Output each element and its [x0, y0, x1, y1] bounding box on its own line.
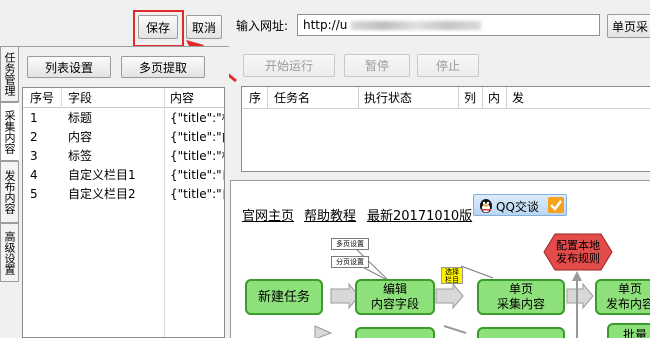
tab-collect-content[interactable]: 采集内容	[0, 102, 19, 161]
url-label: 输入网址:	[236, 19, 289, 33]
configure-rules-label: 配置本地 发布规则	[543, 233, 613, 271]
pagination-settings-box: 分页设置	[331, 256, 369, 268]
url-value: http://u	[303, 18, 348, 32]
row-content: {"title":"内容	[170, 130, 224, 144]
table-row[interactable]: 4 自定义栏目1 {"title":"自定	[23, 166, 224, 185]
single-page-collect-line2: 采集内容	[496, 297, 545, 311]
task-divider	[506, 87, 507, 109]
row-content: {"title":"自定	[170, 187, 224, 201]
edit-fields-line1: 编辑	[382, 282, 407, 296]
row-field: 自定义栏目2	[68, 187, 136, 201]
grid-col-no: 序号	[30, 91, 55, 105]
list-settings-button[interactable]: 列表设置	[27, 56, 111, 78]
task-divider	[458, 87, 459, 109]
batch-node: 批量	[607, 323, 650, 338]
task-col-publish: 发	[512, 91, 525, 105]
single-page-publish-line1: 单页	[617, 282, 642, 296]
tab-publish-content[interactable]: 发布内容	[0, 161, 19, 223]
grid-col-field: 字段	[68, 91, 93, 105]
tab-task-management[interactable]: 任务管理	[0, 46, 19, 102]
partial-flow-node	[477, 327, 565, 338]
task-divider	[358, 87, 359, 109]
table-row[interactable]: 1 标题 {"title":"标是	[23, 109, 224, 128]
grid-col-content: 内容	[170, 91, 195, 105]
url-redacted	[351, 21, 482, 30]
task-table: 序 任务名 执行状态 列 内 发	[241, 86, 650, 172]
table-row[interactable]: 3 标签 {"title":"标3	[23, 147, 224, 166]
multi-page-settings-box: 多页设置	[331, 238, 369, 250]
single-page-publish-node: 单页 发布内容	[595, 279, 650, 315]
url-input[interactable]: http://u	[297, 14, 600, 36]
row-content: {"title":"标是	[170, 111, 224, 125]
single-page-button[interactable]: 单页采	[607, 14, 650, 38]
single-page-publish-line2: 发布内容	[605, 297, 650, 311]
single-page-collect-node: 单页 采集内容	[477, 279, 565, 315]
select-column-box: 选择栏目	[441, 267, 463, 284]
grid-header: 序号 字段 内容	[23, 88, 224, 108]
row-no: 2	[30, 130, 38, 144]
partial-flow-node	[355, 327, 435, 338]
task-col-index: 序	[249, 91, 262, 105]
row-content: {"title":"自定	[170, 168, 224, 182]
edit-fields-line2: 内容字段	[370, 297, 419, 311]
multi-page-extract-button[interactable]: 多页提取	[121, 56, 205, 78]
configure-rules-line2: 发布规则	[556, 252, 600, 265]
edit-fields-node: 编辑 内容字段	[355, 279, 435, 315]
row-no: 1	[30, 111, 38, 125]
task-divider	[267, 87, 268, 109]
task-table-header: 序 任务名 执行状态 列 内 发	[242, 87, 650, 109]
task-col-list: 列	[464, 91, 477, 105]
row-field: 标题	[68, 111, 93, 125]
save-button-highlight	[133, 10, 184, 47]
start-button[interactable]: 开始运行	[243, 54, 335, 77]
table-row[interactable]: 2 内容 {"title":"内容	[23, 128, 224, 147]
row-field: 标签	[68, 149, 93, 163]
field-grid: 序号 字段 内容 1 标题 {"title":"标是 2 内容 {"title"…	[22, 87, 225, 338]
grid-divider	[61, 88, 62, 108]
row-content: {"title":"标3	[170, 149, 224, 163]
new-task-node: 新建任务	[245, 279, 323, 315]
task-col-content: 内	[488, 91, 501, 105]
task-col-status: 执行状态	[364, 91, 413, 105]
row-no: 3	[30, 149, 38, 163]
configure-rules-line1: 配置本地	[556, 239, 600, 252]
single-page-collect-line1: 单页	[508, 282, 533, 296]
help-pane: 官网主页 帮助教程 最新20171010版 QQ交谈 多页设置 分页设置 选择栏…	[230, 180, 650, 338]
task-col-name: 任务名	[274, 91, 311, 105]
task-divider	[482, 87, 483, 109]
row-field: 内容	[68, 130, 93, 144]
row-no: 4	[30, 168, 38, 182]
pause-button[interactable]: 暂停	[344, 54, 410, 77]
stop-button[interactable]: 停止	[417, 54, 479, 77]
left-vertical-tabs: 任务管理 采集内容 发布内容 高级设置	[0, 46, 19, 338]
batch-label: 批量	[622, 328, 647, 338]
row-field: 自定义栏目1	[68, 168, 136, 182]
table-row[interactable]: 5 自定义栏目2 {"title":"自定	[23, 185, 224, 204]
tab-advanced-settings[interactable]: 高级设置	[0, 223, 19, 282]
row-no: 5	[30, 187, 38, 201]
